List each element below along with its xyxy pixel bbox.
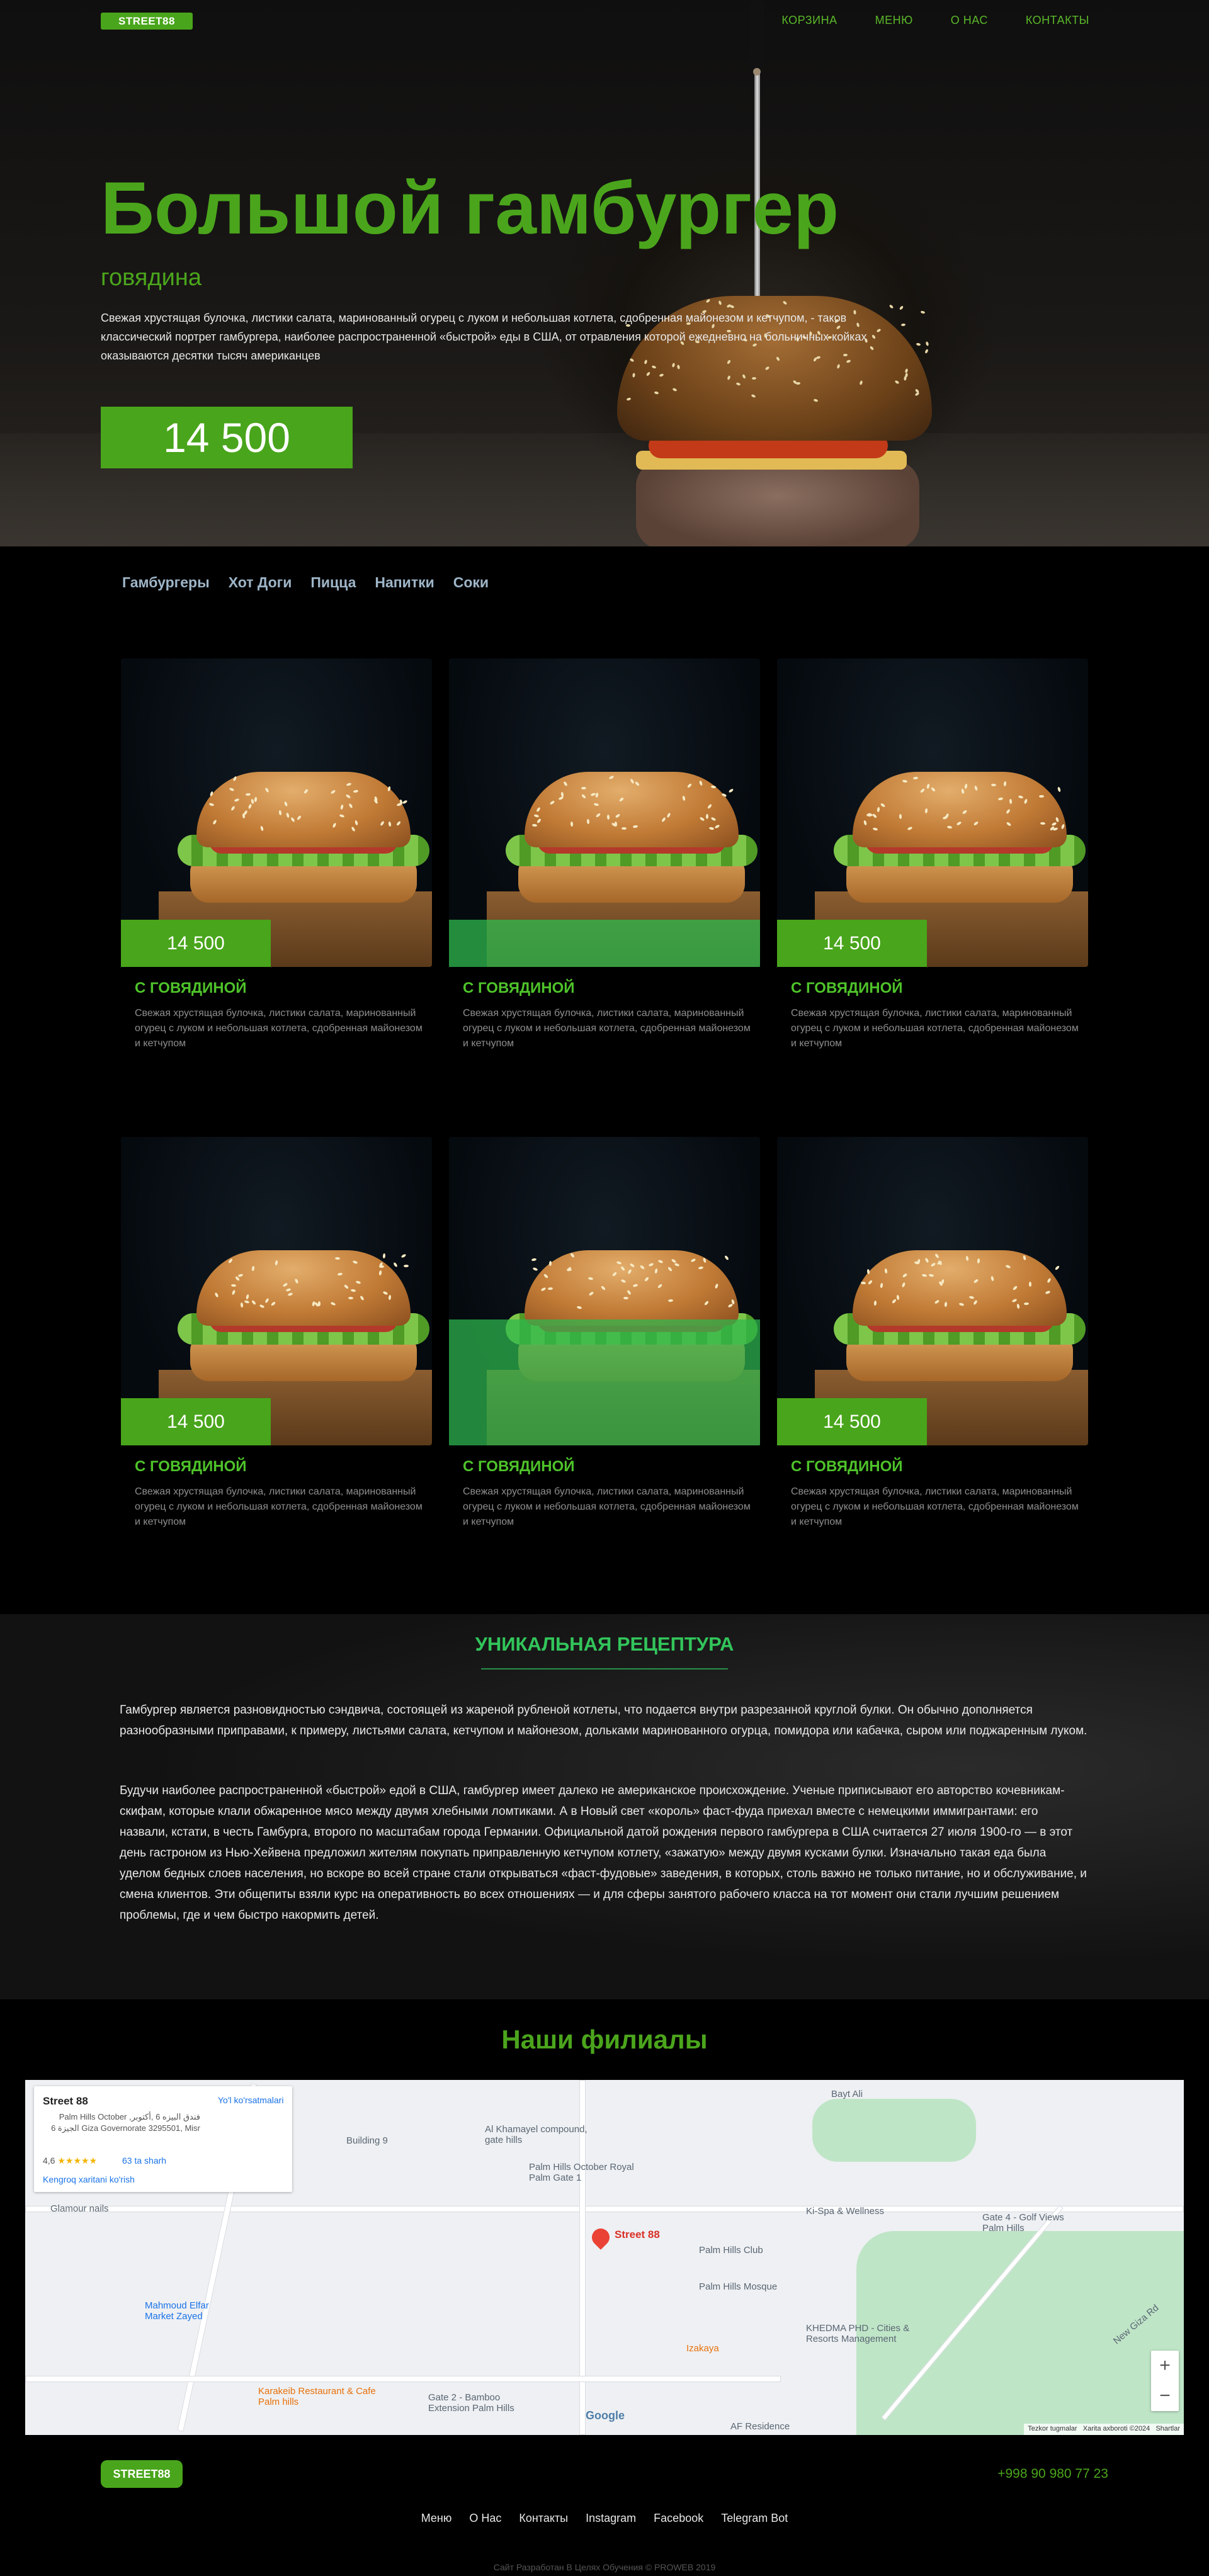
map-road bbox=[25, 2206, 1184, 2212]
product-card[interactable]: 14 500 С ГОВЯДИНОЙ Свежая хрустящая було… bbox=[777, 658, 1088, 1011]
recipe-title: УНИКАЛЬНАЯ РЕЦЕПТУРА bbox=[0, 1633, 1209, 1656]
recipe-section: УНИКАЛЬНАЯ РЕЦЕПТУРА Гамбургер является … bbox=[0, 1614, 1209, 1999]
hero-section: STREET88 КОРЗИНА МЕНЮ О НАС КОНТАКТЫ Бол… bbox=[0, 0, 1209, 546]
nav-cart[interactable]: КОРЗИНА bbox=[781, 14, 837, 27]
map-label: Izakaya bbox=[686, 2343, 719, 2354]
map-pin-icon[interactable] bbox=[588, 2225, 613, 2250]
bigger-map-link[interactable]: Kengroq xaritani ko'rish bbox=[43, 2174, 135, 2184]
tab-drinks[interactable]: Напитки bbox=[375, 574, 434, 591]
map-data-text: Xarita axboroti ©2024 bbox=[1083, 2425, 1150, 2432]
footer-nav: Меню О Нас Контакты Instagram Facebook T… bbox=[0, 2512, 1209, 2525]
map-label: KHEDMA PHD - Cities & Resorts Management bbox=[806, 2323, 926, 2344]
footer-link-instagram[interactable]: Instagram bbox=[586, 2512, 636, 2525]
map-road bbox=[25, 2376, 781, 2382]
map-label: Building 9 bbox=[346, 2135, 388, 2146]
map-label: Bayt Ali bbox=[831, 2089, 863, 2099]
terms-link[interactable]: Shartlar bbox=[1155, 2425, 1180, 2432]
map-label: Glamour nails bbox=[50, 2203, 109, 2214]
product-title: С ГОВЯДИНОЙ bbox=[463, 980, 575, 997]
hero-title: Большой гамбургер bbox=[101, 171, 839, 246]
recipe-title-underline bbox=[481, 1668, 728, 1669]
product-price[interactable]: 14 500 bbox=[777, 920, 927, 967]
product-price[interactable]: 14 500 bbox=[777, 1398, 927, 1445]
footer: STREET88 +998 90 980 77 23 Меню О Нас Ко… bbox=[0, 2435, 1209, 2576]
product-price[interactable] bbox=[449, 1398, 599, 1445]
map-label: Ki-Spa & Wellness bbox=[806, 2206, 884, 2217]
copyright: Сайт Разработан В Целях Обучения © PROWE… bbox=[0, 2562, 1209, 2572]
tab-pizza[interactable]: Пицца bbox=[310, 574, 356, 591]
keyboard-shortcuts-link[interactable]: Tezkor tugmalar bbox=[1028, 2425, 1077, 2432]
map-label: Karakeib Restaurant & Cafe Palm hills bbox=[258, 2386, 384, 2407]
map-info-card: Street 88 Palm Hills October ,فندق البيز… bbox=[34, 2086, 292, 2192]
rating-stars-icon: ★★★★★ bbox=[57, 2155, 97, 2166]
logo[interactable]: STREET88 bbox=[101, 13, 193, 30]
product-description: Свежая хрустящая булочка, листики салата… bbox=[791, 1484, 1081, 1530]
product-title: С ГОВЯДИНОЙ bbox=[135, 1458, 247, 1476]
map-label: Gate 2 - Bamboo Extension Palm Hills bbox=[428, 2392, 535, 2414]
google-logo: Google bbox=[586, 2409, 625, 2422]
tab-hotdogs[interactable]: Хот Доги bbox=[229, 574, 292, 591]
map-label: Palm Hills Club bbox=[699, 2245, 763, 2256]
product-title: С ГОВЯДИНОЙ bbox=[135, 980, 247, 997]
product-card[interactable]: 14 500 С ГОВЯДИНОЙ Свежая хрустящая було… bbox=[777, 1137, 1088, 1489]
zoom-in-button[interactable]: + bbox=[1151, 2351, 1179, 2381]
nav-contacts[interactable]: КОНТАКТЫ bbox=[1026, 14, 1089, 27]
map-pin-label[interactable]: Street 88 bbox=[615, 2229, 660, 2241]
footer-phone[interactable]: +998 90 980 77 23 bbox=[997, 2466, 1108, 2482]
hero-price-button[interactable]: 14 500 bbox=[101, 407, 353, 468]
rating-value: 4,6 bbox=[43, 2155, 55, 2166]
map-zoom-control: + − bbox=[1151, 2351, 1179, 2411]
product-title: С ГОВЯДИНОЙ bbox=[791, 1458, 903, 1476]
nav-menu[interactable]: МЕНЮ bbox=[875, 14, 913, 27]
tab-juices[interactable]: Соки bbox=[453, 574, 489, 591]
footer-link-contacts[interactable]: Контакты bbox=[519, 2512, 568, 2525]
footer-link-menu[interactable]: Меню bbox=[421, 2512, 452, 2525]
product-price[interactable] bbox=[449, 920, 599, 967]
product-description: Свежая хрустящая булочка, листики салата… bbox=[463, 1484, 752, 1530]
nav-about[interactable]: О НАС bbox=[951, 14, 988, 27]
map-label: Palm Hills October Royal Palm Gate 1 bbox=[529, 2162, 642, 2183]
map-park bbox=[812, 2099, 976, 2162]
map-label: Gate 4 - Golf Views Palm Hills bbox=[982, 2212, 1077, 2234]
zoom-out-button[interactable]: − bbox=[1151, 2381, 1179, 2411]
place-name: Street 88 bbox=[43, 2095, 88, 2108]
branches-section: Наши филиалы bbox=[0, 1999, 1209, 2079]
category-tabs: Гамбургеры Хот Доги Пицца Напитки Соки bbox=[122, 574, 489, 591]
map-label: AF Residence bbox=[730, 2421, 790, 2432]
hero-description: Свежая хрустящая булочка, листики салата… bbox=[101, 308, 882, 365]
knife-image bbox=[748, 0, 766, 327]
product-title: С ГОВЯДИНОЙ bbox=[791, 980, 903, 997]
product-description: Свежая хрустящая булочка, листики салата… bbox=[135, 1006, 424, 1051]
hero-subtitle: говядина bbox=[101, 264, 202, 291]
product-card[interactable]: С ГОВЯДИНОЙ Свежая хрустящая булочка, ли… bbox=[449, 1137, 760, 1489]
recipe-paragraph-2: Будучи наиболее распространенной «быстро… bbox=[120, 1780, 1089, 1926]
footer-link-telegram[interactable]: Telegram Bot bbox=[721, 2512, 788, 2525]
product-price[interactable]: 14 500 bbox=[121, 1398, 271, 1445]
branches-map[interactable]: Bayt Ali Al Khamayel compound, gate hill… bbox=[25, 2080, 1184, 2435]
product-description: Свежая хрустящая булочка, листики салата… bbox=[791, 1006, 1081, 1051]
footer-link-about[interactable]: О Нас bbox=[469, 2512, 501, 2525]
place-rating: 4,6 ★★★★★ bbox=[43, 2155, 97, 2166]
directions-link[interactable]: Yo'l ko'rsatmalari bbox=[218, 2095, 283, 2105]
product-price[interactable]: 14 500 bbox=[121, 920, 271, 967]
footer-logo[interactable]: STREET88 bbox=[101, 2460, 183, 2488]
product-card[interactable]: С ГОВЯДИНОЙ Свежая хрустящая булочка, ли… bbox=[449, 658, 760, 1011]
footer-link-facebook[interactable]: Facebook bbox=[654, 2512, 703, 2525]
product-card[interactable]: 14 500 С ГОВЯДИНОЙ Свежая хрустящая було… bbox=[121, 1137, 432, 1489]
map-attribution: Tezkor tugmalar Xarita axboroti ©2024 Sh… bbox=[1024, 2424, 1184, 2435]
map-label: Palm Hills Mosque bbox=[699, 2281, 777, 2292]
branches-title: Наши филиалы bbox=[0, 2025, 1209, 2055]
top-nav: КОРЗИНА МЕНЮ О НАС КОНТАКТЫ bbox=[781, 14, 1089, 27]
map-label: Mahmoud Elfar Market Zayed bbox=[145, 2300, 227, 2322]
product-description: Свежая хрустящая булочка, листики салата… bbox=[135, 1484, 424, 1530]
reviews-link[interactable]: 63 ta sharh bbox=[122, 2155, 166, 2166]
product-title: С ГОВЯДИНОЙ bbox=[463, 1458, 575, 1476]
product-card[interactable]: 14 500 С ГОВЯДИНОЙ Свежая хрустящая було… bbox=[121, 658, 432, 1011]
burger-patty bbox=[636, 461, 919, 546]
map-label: Al Khamayel compound, gate hills bbox=[485, 2124, 592, 2145]
tab-burgers[interactable]: Гамбургеры bbox=[122, 574, 210, 591]
product-description: Свежая хрустящая булочка, листики салата… bbox=[463, 1006, 752, 1051]
place-address: Palm Hills October ,فندق البيزه 6 ,أكتوب… bbox=[43, 2111, 200, 2134]
recipe-paragraph-1: Гамбургер является разновидностью сэндви… bbox=[120, 1700, 1089, 1741]
